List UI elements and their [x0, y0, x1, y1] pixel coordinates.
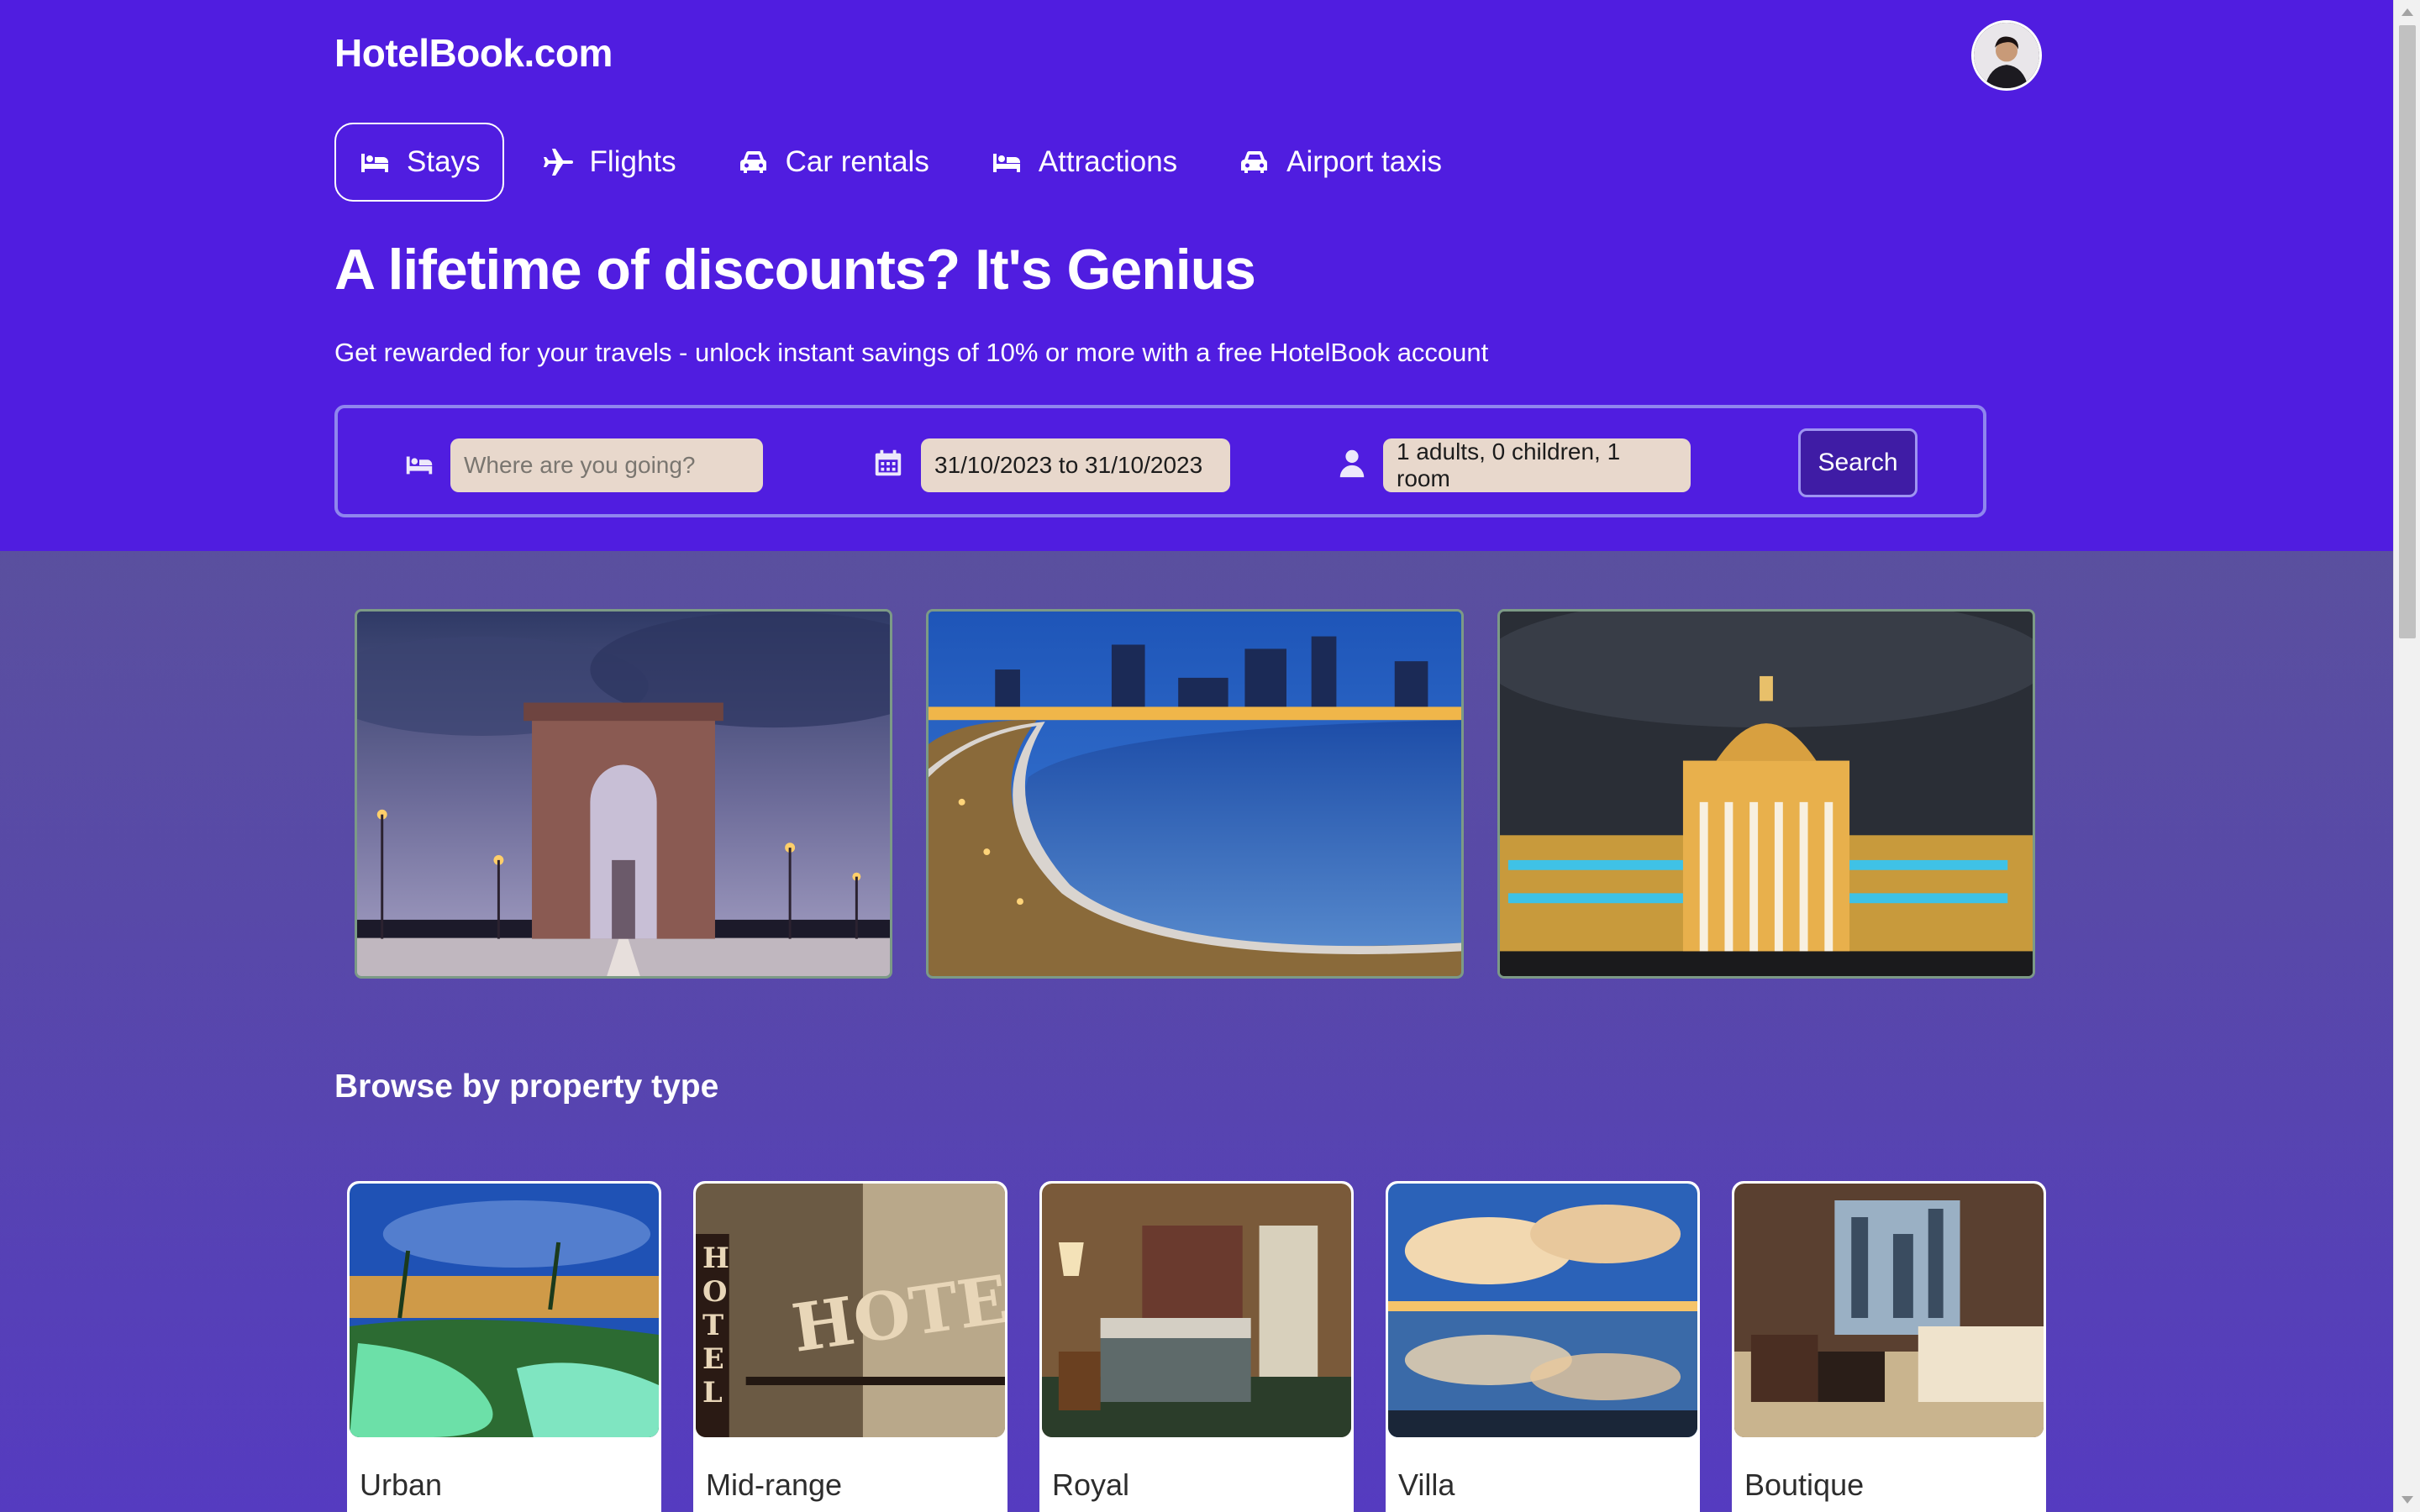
svg-text:L: L: [702, 1375, 723, 1409]
header: HotelBook.com Stays Flights Car rentals …: [0, 0, 2393, 551]
guests-input[interactable]: 1 adults, 0 children, 1 room: [1383, 438, 1691, 492]
tab-flights[interactable]: Flights: [518, 123, 700, 202]
property-label-mid-range: Mid-range: [706, 1467, 843, 1502]
hero-subtitle: Get rewarded for your travels - unlock i…: [334, 338, 1489, 367]
tab-attractions-label: Attractions: [1038, 145, 1178, 178]
date-range-input[interactable]: 31/10/2023 to 31/10/2023: [921, 438, 1230, 492]
tab-attractions[interactable]: Attractions: [966, 123, 1201, 202]
vidhana-soudha-image[interactable]: [1497, 609, 2035, 979]
destination-input[interactable]: Where are you going?: [450, 438, 763, 492]
property-label-villa: Villa: [1398, 1467, 1455, 1502]
svg-text:E: E: [702, 1341, 724, 1375]
property-image-villa: [1388, 1184, 1697, 1437]
property-image-urban: [350, 1184, 659, 1437]
tab-flights-label: Flights: [589, 145, 676, 178]
scroll-down-icon[interactable]: [2402, 1496, 2413, 1504]
plane-icon: [543, 149, 573, 176]
tab-stays-label: Stays: [407, 145, 481, 178]
tab-airport-taxis-label: Airport taxis: [1286, 145, 1442, 178]
tab-car-rentals[interactable]: Car rentals: [713, 123, 953, 202]
scroll-up-icon[interactable]: [2402, 8, 2413, 16]
property-card-villa[interactable]: Villa: [1386, 1181, 1700, 1512]
calendar-icon: [875, 449, 902, 476]
main-nav: Stays Flights Car rentals Attractions Ai…: [334, 123, 1465, 202]
section-title-property-type: Browse by property type: [334, 1068, 719, 1105]
bed-icon: [406, 456, 433, 475]
property-image-boutique: [1734, 1184, 2044, 1437]
property-label-royal: Royal: [1052, 1467, 1130, 1502]
taxi-icon: [1241, 150, 1268, 173]
property-image-royal: [1042, 1184, 1351, 1437]
property-image-mid-range: HOTEL HOTEL: [696, 1184, 1005, 1437]
property-label-urban: Urban: [360, 1467, 443, 1502]
search-button[interactable]: Search: [1798, 428, 1918, 497]
page-scrollbar[interactable]: [2393, 0, 2420, 1512]
search-bar: Where are you going? 31/10/2023 to 31/10…: [334, 405, 1986, 517]
property-card-boutique[interactable]: Boutique: [1732, 1181, 2046, 1512]
property-card-royal[interactable]: Royal: [1039, 1181, 1354, 1512]
property-card-urban[interactable]: Urban: [347, 1181, 661, 1512]
property-card-mid-range[interactable]: HOTEL HOTEL Mid-range: [693, 1181, 1007, 1512]
india-gate-image[interactable]: [355, 609, 892, 979]
marine-drive-image[interactable]: [926, 609, 1464, 979]
car-icon: [739, 150, 766, 173]
svg-text:H: H: [702, 1241, 729, 1274]
user-avatar[interactable]: [1971, 20, 2042, 91]
svg-text:T: T: [702, 1308, 723, 1341]
bed-icon: [992, 154, 1020, 172]
tab-car-rentals-label: Car rentals: [785, 145, 929, 178]
svg-text:O: O: [702, 1274, 727, 1308]
tab-airport-taxis[interactable]: Airport taxis: [1214, 123, 1465, 202]
bed-icon: [361, 154, 388, 172]
person-icon: [1339, 449, 1365, 478]
hero-title: A lifetime of discounts? It's Genius: [334, 238, 1256, 302]
property-label-boutique: Boutique: [1744, 1467, 1865, 1502]
scroll-thumb[interactable]: [2399, 25, 2416, 638]
site-logo[interactable]: HotelBook.com: [334, 30, 613, 76]
tab-stays[interactable]: Stays: [334, 123, 504, 202]
